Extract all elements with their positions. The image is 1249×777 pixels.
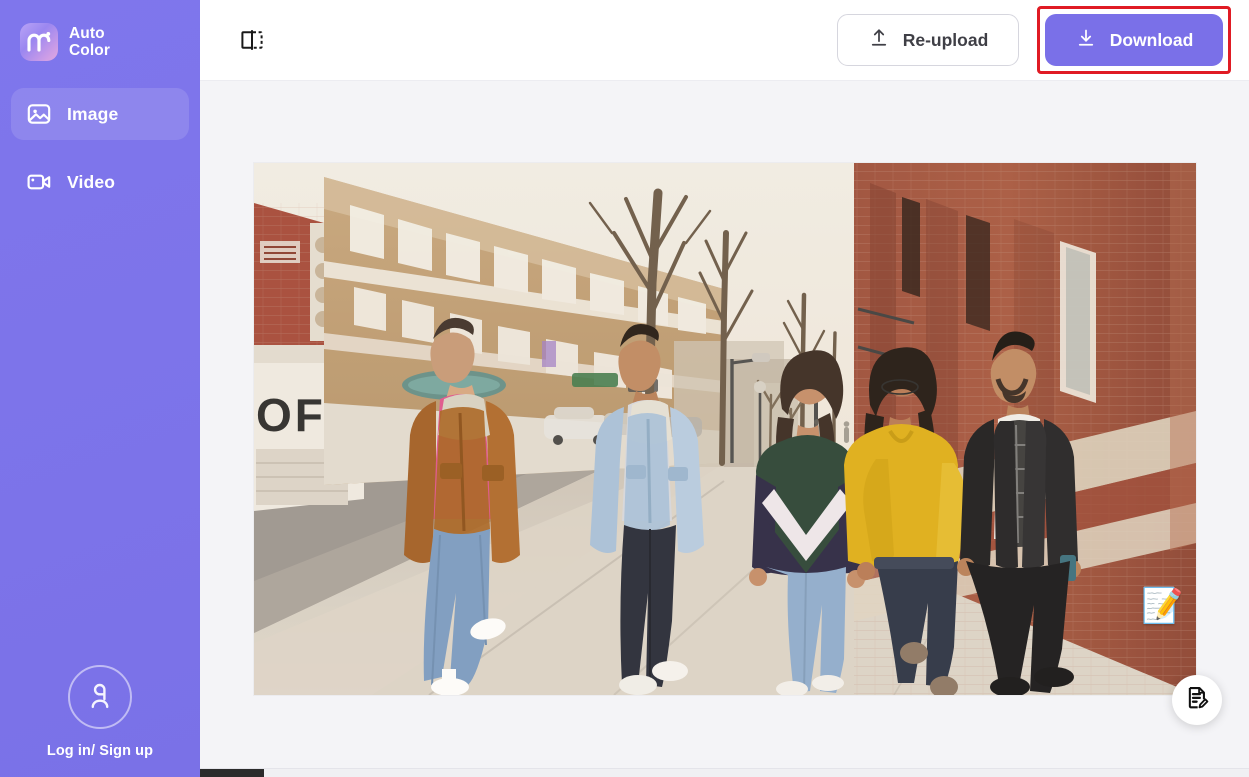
sidebar-item-video-label: Video [67, 171, 116, 192]
toolbar: Re-upload Download [200, 0, 1249, 81]
account-login-button[interactable]: Log in/ Sign up [0, 665, 200, 777]
sidebar: Auto Color Image Video Log in/ Sign up [0, 0, 200, 777]
brand-name: Auto Color [69, 24, 110, 59]
feedback-button[interactable] [1172, 675, 1222, 725]
download-arrow-icon [1075, 27, 1097, 54]
app-logo [20, 23, 58, 61]
sidebar-item-image-label: Image [67, 103, 119, 124]
document-edit-icon [1184, 685, 1210, 716]
download-button[interactable]: Download [1045, 14, 1223, 66]
app-root: Auto Color Image Video Log in/ Sign up R… [0, 0, 1249, 777]
brand[interactable]: Auto Color [0, 18, 200, 66]
horizontal-scrollbar-thumb[interactable] [200, 769, 264, 777]
upload-arrow-icon [868, 27, 890, 54]
account-login-label: Log in/ Sign up [46, 743, 154, 759]
toolbar-actions: Re-upload Download [837, 6, 1231, 74]
image-canvas: OFFEE [200, 81, 1249, 777]
main-area: Re-upload Download 📝 [200, 0, 1249, 777]
sidebar-nav: Image Video [0, 88, 200, 208]
avatar [68, 665, 132, 729]
download-highlight-box: Download [1037, 6, 1231, 74]
video-camera-icon [25, 168, 53, 196]
download-button-label: Download [1109, 29, 1194, 50]
preview-image[interactable]: OFFEE [253, 163, 1196, 695]
reupload-button[interactable]: Re-upload [837, 14, 1019, 66]
image-icon [25, 100, 53, 128]
horizontal-scrollbar[interactable] [200, 768, 1249, 777]
sidebar-item-video[interactable]: Video [11, 156, 189, 208]
sidebar-item-image[interactable]: Image [11, 88, 189, 140]
compare-split-view-button[interactable] [233, 21, 271, 59]
reupload-button-label: Re-upload [902, 29, 989, 50]
